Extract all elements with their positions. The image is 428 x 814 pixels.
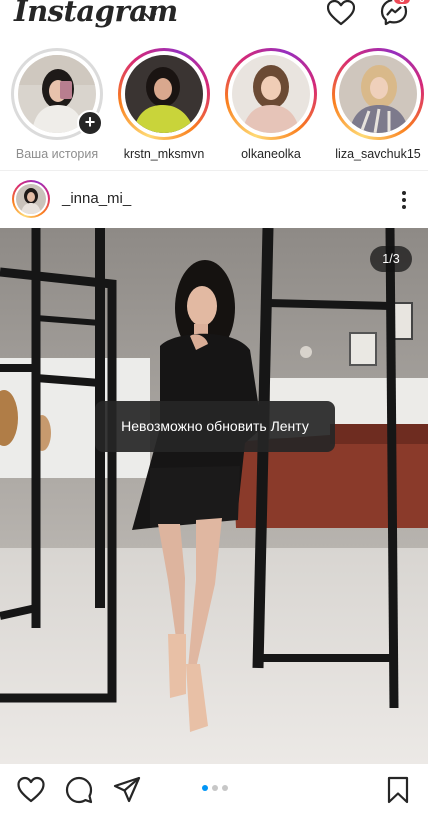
story-ring bbox=[332, 48, 424, 140]
story-label: liza_savchuk15 bbox=[335, 147, 421, 161]
post-username[interactable]: _inna_mi_ bbox=[62, 190, 131, 207]
post-photo bbox=[0, 228, 428, 764]
avatar bbox=[125, 55, 203, 133]
avatar bbox=[16, 184, 46, 214]
story-ring bbox=[225, 48, 317, 140]
image-counter: 1/3 bbox=[370, 246, 412, 272]
post-image[interactable]: 1/3 Невозможно обновить Ленту bbox=[0, 228, 428, 764]
story-item[interactable]: krstn_mksmvn bbox=[114, 44, 214, 166]
share-icon[interactable] bbox=[113, 776, 141, 804]
carousel-indicator bbox=[200, 785, 230, 793]
story-item[interactable]: liza_savchuk15 bbox=[328, 44, 428, 166]
story-own[interactable]: + Ваша история bbox=[7, 44, 107, 166]
heart-icon[interactable] bbox=[327, 0, 355, 26]
post-actions bbox=[0, 764, 428, 814]
toast-message: Невозможно обновить Ленту bbox=[95, 401, 335, 452]
avatar bbox=[339, 55, 417, 133]
comment-icon[interactable] bbox=[65, 776, 93, 804]
stories-tray: + Ваша история krstn_mksmvn olkaneolka l… bbox=[0, 44, 428, 166]
post-avatar-ring[interactable] bbox=[12, 180, 50, 218]
story-item[interactable]: olkaneolka bbox=[221, 44, 321, 166]
carousel-dot bbox=[222, 785, 228, 791]
chevron-down-icon[interactable] bbox=[143, 10, 157, 24]
more-options-icon[interactable] bbox=[396, 190, 412, 210]
carousel-dot bbox=[212, 785, 218, 791]
save-icon[interactable] bbox=[384, 776, 412, 804]
top-bar: Instagram 3 bbox=[0, 0, 428, 40]
like-icon[interactable] bbox=[17, 776, 45, 804]
notification-badge: 3 bbox=[392, 0, 412, 6]
divider bbox=[0, 170, 428, 171]
add-story-button[interactable]: + bbox=[77, 110, 103, 136]
post-header: _inna_mi_ bbox=[0, 172, 428, 228]
story-ring bbox=[118, 48, 210, 140]
avatar bbox=[232, 55, 310, 133]
carousel-dot bbox=[202, 785, 208, 791]
